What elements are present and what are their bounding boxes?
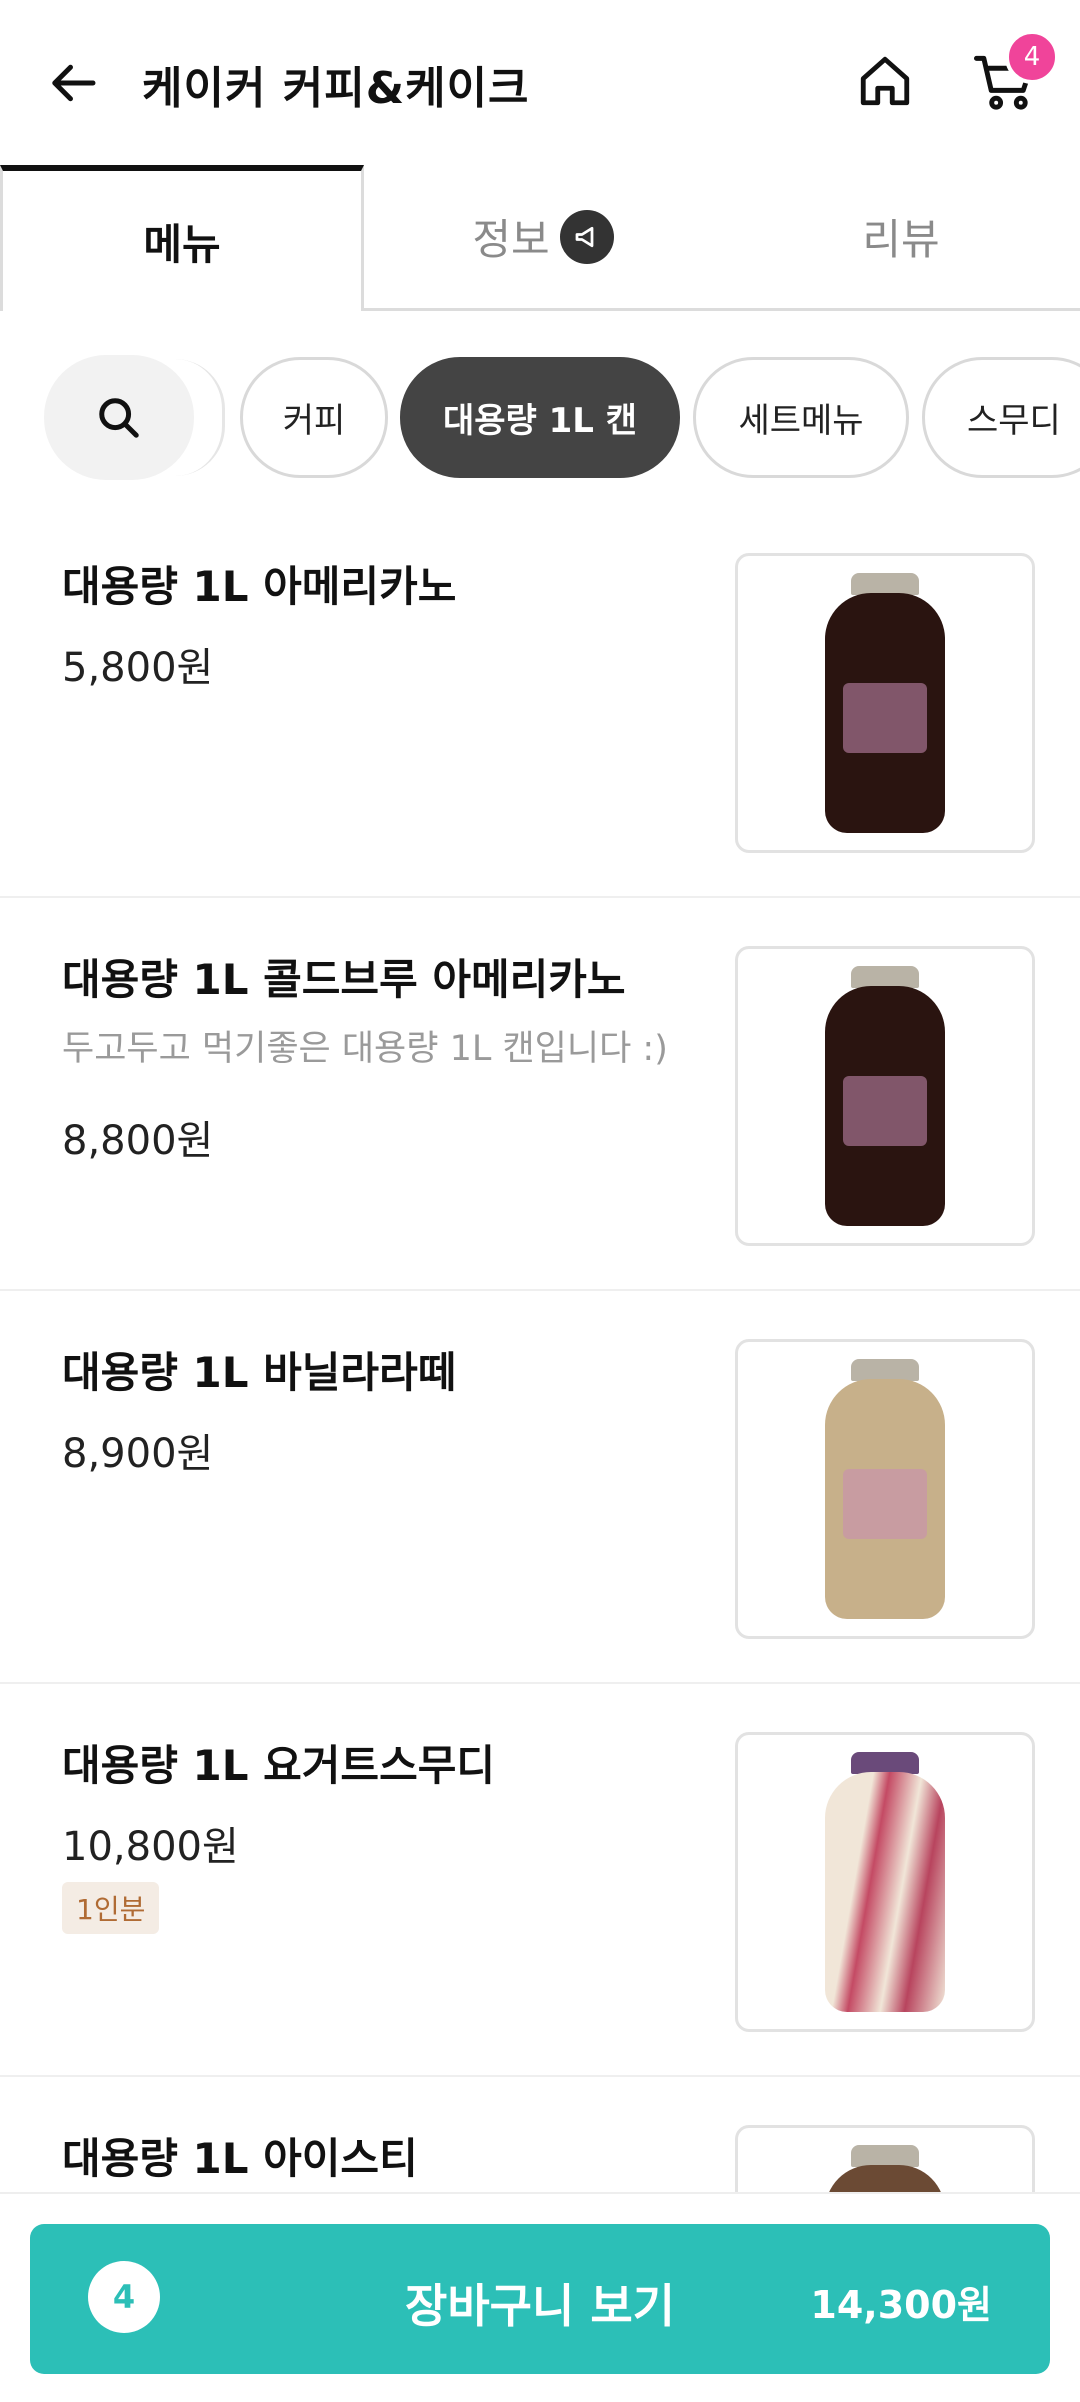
menu-item[interactable]: 대용량 1L 아메리카노 5,800원: [0, 505, 1080, 898]
bottle-image: [825, 573, 945, 833]
home-button[interactable]: [852, 48, 918, 114]
arrow-left-icon: [52, 64, 96, 102]
chip-smoothie[interactable]: 스무디: [922, 357, 1080, 478]
store-tabs: 메뉴 정보 리뷰: [0, 165, 1080, 311]
menu-item-image: [735, 946, 1035, 1246]
back-button[interactable]: [42, 50, 108, 116]
tab-info[interactable]: 정보: [364, 165, 722, 308]
bottle-image: [825, 966, 945, 1226]
bottle-image: [825, 1359, 945, 1619]
search-icon: [99, 397, 139, 438]
menu-item-name: 대용량 1L 바닐라라떼: [62, 1348, 457, 1397]
view-cart-button[interactable]: 4 장바구니 보기 14,300원: [30, 2224, 1050, 2374]
menu-item-image: [735, 1339, 1035, 1639]
menu-item-price: 10,800원: [62, 1824, 239, 1870]
menu-item[interactable]: 대용량 1L 바닐라라떼 8,900원: [0, 1291, 1080, 1684]
menu-item-price: 8,800원: [62, 1118, 214, 1164]
cart-total-price: 14,300원: [810, 2283, 992, 2327]
home-icon: [860, 56, 910, 106]
tab-review[interactable]: 리뷰: [722, 165, 1080, 308]
chip-coffee[interactable]: 커피: [240, 357, 388, 478]
tab-info-label: 정보: [472, 215, 550, 264]
store-title: 케이커 커피&케이크: [142, 63, 530, 114]
menu-item-price: 8,900원: [62, 1431, 214, 1477]
chip-large-1l-can[interactable]: 대용량 1L 캔: [400, 357, 680, 478]
menu-item-name: 대용량 1L 콜드브루 아메리카노: [62, 955, 626, 1004]
cart-count-badge: 4: [1005, 30, 1059, 84]
bottom-cart-area: 4 장바구니 보기 14,300원: [0, 2192, 1080, 2402]
category-chips: 커피 대용량 1L 캔 세트메뉴 스무디: [0, 355, 1080, 480]
tab-menu[interactable]: 메뉴: [0, 165, 364, 311]
menu-item-name: 대용량 1L 아이스티: [62, 2134, 418, 2183]
serving-size-badge: 1인분: [62, 1882, 160, 1934]
menu-item-name: 대용량 1L 아메리카노: [62, 562, 457, 611]
megaphone-icon: [559, 209, 614, 264]
tab-menu-label: 메뉴: [143, 219, 221, 269]
header: 케이커 커피&케이크 4: [0, 0, 1080, 165]
menu-item-image: [735, 1732, 1035, 2032]
menu-item-price: 5,800원: [62, 645, 214, 691]
menu-item-name: 대용량 1L 요거트스무디: [62, 1741, 495, 1790]
menu-item-description: 두고두고 먹기좋은 대용량 1L 캔입니다 :): [62, 1029, 668, 1069]
menu-item-image: [735, 553, 1035, 853]
chip-set-menu[interactable]: 세트메뉴: [693, 357, 909, 478]
bottle-image: [825, 1752, 945, 2012]
menu-search-button[interactable]: [44, 355, 194, 480]
menu-list: 대용량 1L 아메리카노 5,800원 대용량 1L 콜드브루 아메리카노 두고…: [0, 505, 1080, 2402]
menu-item[interactable]: 대용량 1L 콜드브루 아메리카노 두고두고 먹기좋은 대용량 1L 캔입니다 …: [0, 898, 1080, 1291]
menu-item[interactable]: 대용량 1L 요거트스무디 10,800원 1인분: [0, 1684, 1080, 2077]
tab-review-label: 리뷰: [862, 215, 940, 264]
